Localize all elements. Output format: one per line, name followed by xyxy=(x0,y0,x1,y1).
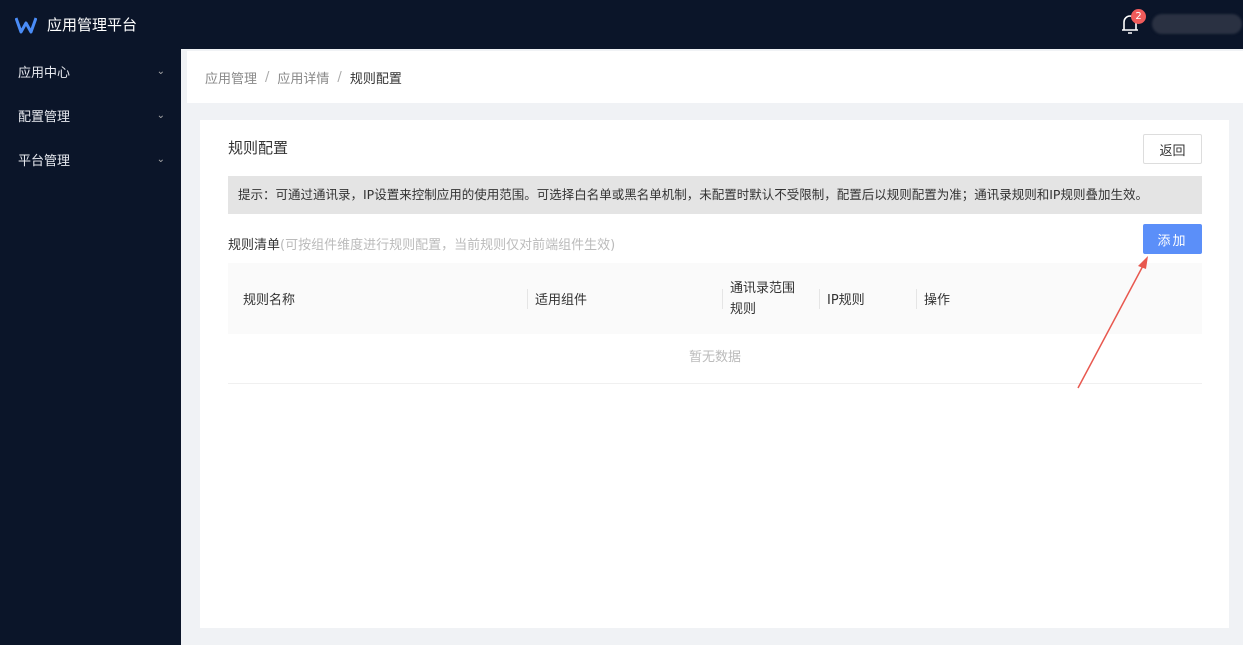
content-card: 规则配置 返回 提示：可通过通讯录，IP设置来控制应用的使用范围。可选择白名单或… xyxy=(200,120,1229,628)
annotation-arrow xyxy=(1077,256,1148,389)
list-hint: (可按组件维度进行规则配置，当前规则仅对前端组件生效) xyxy=(280,238,616,253)
sidebar-item-config[interactable]: 配置管理 ⌄ xyxy=(0,93,181,137)
sidebar-item-label: 应用中心 xyxy=(18,65,71,81)
sidebar-item-app-center[interactable]: 应用中心 ⌄ xyxy=(0,49,181,93)
sidebar-item-label: 配置管理 xyxy=(18,109,71,125)
notification-badge: 2 xyxy=(1131,9,1146,24)
top-bar: 应用管理平台 xyxy=(0,0,1243,49)
table-header: 规则名称 适用组件 通讯录范围规则 IP规则 操作 xyxy=(228,263,1202,334)
app-title: 应用管理平台 xyxy=(47,16,138,34)
empty-state: 暂无数据 xyxy=(228,334,1202,384)
sidebar: 应用中心 ⌄ 配置管理 ⌄ 平台管理 ⌄ xyxy=(0,49,181,645)
list-title: 规则清单(可按组件维度进行规则配置，当前规则仅对前端组件生效) xyxy=(228,238,616,253)
col-contact-range: 通讯录范围规则 xyxy=(722,263,802,334)
tip-banner: 提示：可通过通讯录，IP设置来控制应用的使用范围。可选择白名单或黑名单机制，未配… xyxy=(228,176,1202,214)
chevron-down-icon: ⌄ xyxy=(156,109,165,121)
user-avatar[interactable] xyxy=(1152,14,1242,34)
col-component: 适用组件 xyxy=(526,263,587,334)
breadcrumb-item[interactable]: 应用详情 xyxy=(277,68,329,87)
breadcrumb: 应用管理 / 应用详情 / 规则配置 xyxy=(187,51,1243,103)
sidebar-item-label: 平台管理 xyxy=(18,153,71,169)
back-button[interactable]: 返回 xyxy=(1143,134,1202,164)
col-ip-rule: IP规则 xyxy=(819,263,865,334)
col-actions: 操作 xyxy=(915,263,950,334)
col-rule-name: 规则名称 xyxy=(243,293,296,308)
breadcrumb-current: 规则配置 xyxy=(349,71,402,87)
logo-icon xyxy=(15,16,37,33)
chevron-down-icon: ⌄ xyxy=(156,153,165,165)
sidebar-item-platform[interactable]: 平台管理 ⌄ xyxy=(0,137,181,181)
breadcrumb-item[interactable]: 应用管理 xyxy=(205,68,257,87)
page-title: 规则配置 xyxy=(228,139,289,157)
chevron-down-icon: ⌄ xyxy=(156,65,165,77)
